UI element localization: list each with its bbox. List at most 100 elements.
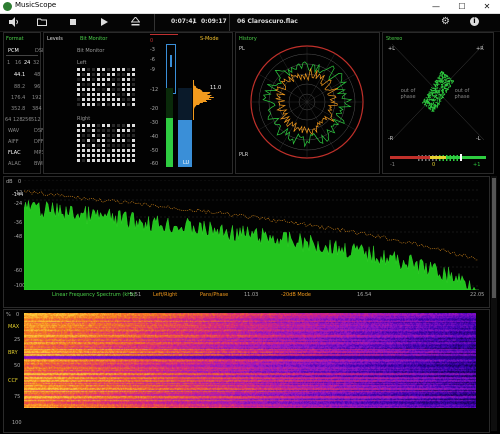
close-button[interactable]: ✕ [476,0,498,13]
histogram-bar [193,109,194,110]
bit-cell [107,144,110,147]
bit-cell [122,98,125,101]
folder-icon[interactable] [37,18,47,26]
bit-cell [117,103,120,106]
vectorscope-point [436,107,438,109]
histogram-bar [193,94,208,95]
format-title: Format [6,36,24,42]
maximize-button[interactable]: ☐ [451,0,473,13]
spectrum-y-label: -36 [14,220,23,226]
vectorscope-point [427,106,429,108]
vectorscope-point [434,89,436,91]
volume-icon[interactable] [8,17,19,27]
tab-bit-monitor[interactable]: Bit Monitor [80,36,107,42]
vectorscope-point [441,95,443,97]
bit-cell [127,88,130,91]
vectorscope-point [438,91,440,94]
minimize-button[interactable]: — [425,0,447,13]
vectorscope-point [434,108,436,110]
eject-icon[interactable] [131,17,140,27]
vectorscope-point [443,72,445,74]
spectrum-db-label: dB [6,179,13,185]
bit-cell [92,144,95,147]
vectorscope-point [431,110,433,112]
play-icon[interactable] [101,18,109,26]
meter-scale-label: -6 [150,57,155,63]
pcm-underline [6,55,38,56]
vectorscope-point [440,80,442,82]
bit-cell [92,159,95,162]
vectorscope-point [430,104,432,106]
gear-icon[interactable]: ⚙ [441,16,450,27]
mode-pans-phase[interactable]: Pans/Phase [200,292,228,298]
spectrum-y-label: -144 [12,192,24,198]
vectorscope-point [432,92,434,95]
mode-left-right[interactable]: Left/Right [153,292,177,298]
vectorscope-point [428,99,430,101]
vectorscope-point [427,95,430,97]
vectorscope-point [432,91,434,93]
bit-cell [92,83,95,86]
bit-cell [122,129,125,132]
vectorscope-point [430,107,432,109]
bit-cell [102,73,105,76]
vectorscope-point [431,98,433,100]
vectorscope-point [443,86,445,88]
bit-cell [127,68,130,71]
stop-icon[interactable] [70,19,76,25]
bit-cell [132,83,135,86]
vectorscope-point [438,96,440,98]
vectorscope-point [442,82,444,84]
histogram-bar [193,114,194,115]
meter-scale-label: -9 [150,67,155,73]
bit-cell [92,139,95,142]
bit-cell [122,124,125,127]
vectorscope-point [448,86,450,88]
histogram-bar [193,89,201,90]
bit-cell [102,124,105,127]
bit-cell [97,149,100,152]
histogram-bar [193,80,194,81]
vectorscope-point [446,90,448,92]
bit-cell [77,103,80,106]
vectorscope-point [435,105,437,107]
spectrum-x-label: 22.05 [470,292,485,298]
bit-cell [97,159,100,162]
bit-cell [112,73,115,76]
bit-cell [102,103,105,106]
bit-cell [132,68,135,71]
bit-cell [97,98,100,101]
s-mode-label[interactable]: S-Mode [200,36,219,42]
spectrogram-y-label: % [6,312,11,318]
bit-cell [87,73,90,76]
histogram-bar [193,118,194,119]
bit-cell [102,88,105,91]
spectrogram-y-label: 0 [16,312,20,318]
histogram-bar [193,117,194,118]
bit-cell [112,144,115,147]
bit-cell [82,98,85,101]
vectorscope-point [438,75,440,77]
bit-cell [112,159,115,162]
bit-cell [92,124,95,127]
bit-cell [77,149,80,152]
vectorscope-point [430,93,432,95]
histogram-bar [193,92,211,93]
bit-cell [122,154,125,157]
bit-cell [107,73,110,76]
bit-cell [127,124,130,127]
bit-cell [112,68,115,71]
bit-24: 24 [24,60,31,66]
scrollbar-track[interactable] [491,176,497,431]
histogram-bar [193,82,194,83]
vectorscope-point [452,80,454,82]
bit-cell [77,124,80,127]
vectorscope-point [436,89,438,91]
vectorscope-point [423,100,425,103]
info-icon[interactable]: i [470,17,479,26]
mode-20db[interactable]: -20dB Mode [281,292,311,298]
bit-cell [97,68,100,71]
histogram-bar [193,119,194,120]
bit-cell [87,93,90,96]
scrollbar-thumb[interactable] [492,178,496,298]
